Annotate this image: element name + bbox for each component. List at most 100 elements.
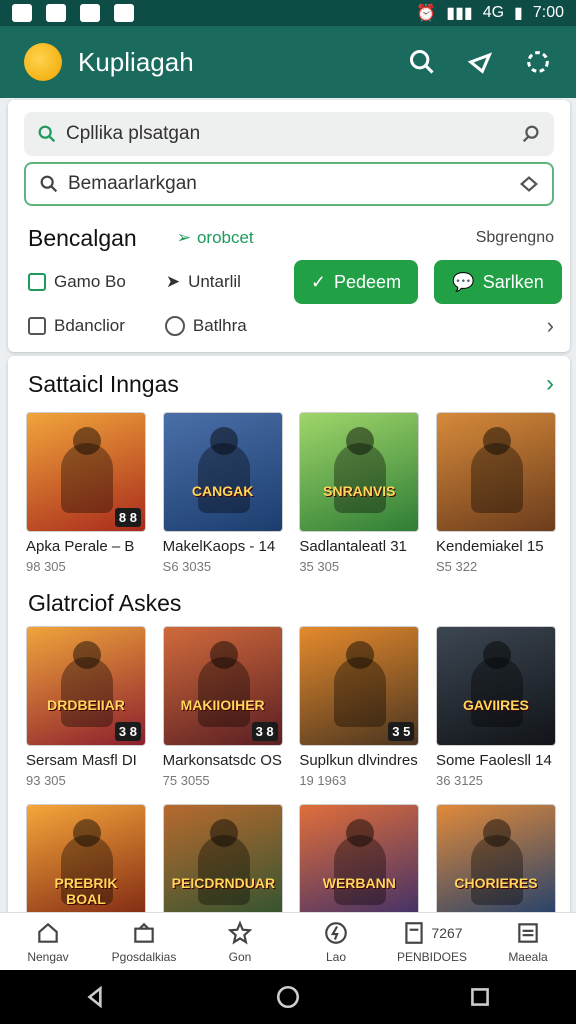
game-tile[interactable]: GAVIIRES Some Faolesll 14 36 3125 bbox=[435, 626, 556, 788]
notification-icon bbox=[80, 4, 100, 22]
tag-icon[interactable] bbox=[518, 173, 540, 195]
game-tile[interactable]: SNRANVIS Sadlantaleatl 31 35 305 bbox=[299, 412, 420, 574]
game-meta: 35 305 bbox=[299, 559, 340, 574]
game-thumbnail[interactable]: CANGAK bbox=[162, 412, 283, 532]
rating-badge: 3 8 bbox=[251, 722, 278, 741]
game-banner-text: CANGAK bbox=[191, 483, 254, 499]
section-title: Sattaicl Inngas bbox=[28, 370, 179, 397]
game-banner-text: SNRANVIS bbox=[323, 483, 396, 499]
game-thumbnail[interactable]: CHORIERES bbox=[435, 804, 556, 924]
option-radio-4[interactable]: Batlhra bbox=[164, 316, 247, 336]
game-grid: PREBRIK BOAL PEICDRNDUAR WERBANN CHORIERES bbox=[26, 804, 556, 924]
settings-icon[interactable] bbox=[524, 48, 552, 76]
search-value: Cpllika plsatgan bbox=[66, 123, 201, 144]
game-thumbnail[interactable]: WERBANN bbox=[299, 804, 420, 924]
character-body-shape bbox=[334, 443, 387, 513]
character-body-shape bbox=[61, 443, 113, 513]
game-thumbnail[interactable]: GAVIIRES bbox=[435, 626, 556, 746]
recents-icon[interactable] bbox=[467, 984, 493, 1010]
search-filter-card: Cpllika plsatgan Bemaarlarkgan Bencalgan… bbox=[8, 100, 570, 352]
character-body-shape bbox=[470, 657, 523, 727]
checkbox-icon bbox=[28, 317, 46, 335]
game-tile[interactable]: MAKIIOIHER 3 8 Markonsatsdc OS 75 3055 bbox=[162, 626, 283, 788]
nav-item[interactable]: Nengav bbox=[0, 913, 96, 970]
home-button-icon[interactable] bbox=[275, 984, 301, 1010]
nav-label: Pgosdalkias bbox=[111, 949, 177, 964]
star-icon bbox=[227, 919, 253, 945]
character-body-shape bbox=[470, 443, 523, 513]
game-thumbnail[interactable]: SNRANVIS bbox=[299, 412, 420, 532]
game-thumbnail[interactable] bbox=[435, 412, 556, 532]
filter-link[interactable]: ➢ orobcet bbox=[177, 228, 254, 248]
game-meta: 19 1963 bbox=[299, 773, 347, 788]
game-thumbnail[interactable]: DRDBEIIAR 3 8 bbox=[26, 626, 146, 746]
option-toggle-2[interactable]: ➤ Untarlil bbox=[166, 272, 241, 292]
search-action-button[interactable]: 💬 Sarlken bbox=[434, 260, 562, 304]
voice-search-icon[interactable] bbox=[520, 123, 542, 145]
game-tile[interactable]: CANGAK MakelKaops - 14 S6 3035 bbox=[162, 412, 283, 574]
radio-icon bbox=[164, 316, 185, 336]
back-icon[interactable] bbox=[83, 984, 109, 1010]
nav-icon-wrap: 7267 bbox=[401, 920, 463, 946]
chevron-right-icon[interactable]: › bbox=[547, 313, 554, 339]
game-thumbnail[interactable]: PEICDRNDUAR bbox=[162, 804, 283, 924]
nav-item[interactable]: Pgosdalkias bbox=[96, 913, 192, 970]
game-tile[interactable]: Kendemiakel 15 S5 322 bbox=[435, 412, 556, 574]
chat-icon: 💬 bbox=[452, 271, 475, 292]
character-body-shape bbox=[334, 835, 387, 905]
send-icon: ➤ bbox=[165, 272, 181, 291]
app-bar-actions bbox=[408, 48, 552, 76]
primary-search-input[interactable]: Cpllika plsatgan bbox=[24, 112, 554, 156]
nav-label: PENBIDOES bbox=[396, 949, 468, 964]
nav-item[interactable]: Maeala bbox=[480, 913, 576, 970]
nav-item[interactable]: 7267 PENBIDOES bbox=[384, 913, 480, 970]
game-tile[interactable]: 3 5 Suplkun dlvindres 19 1963 bbox=[299, 626, 420, 788]
sort-label[interactable]: Sbgrengno bbox=[476, 229, 554, 247]
game-banner-text: WERBANN bbox=[322, 875, 396, 891]
notification-icons bbox=[12, 4, 134, 22]
filter-heading: Bencalgan bbox=[28, 224, 137, 251]
nav-item[interactable]: Gon bbox=[192, 913, 288, 970]
game-tile[interactable]: 8 8 Apka Perale – B 98 305 bbox=[26, 412, 146, 574]
status-indicators: ⏰ ▮▮▮ 4G ▮ 7:00 bbox=[416, 3, 564, 23]
filter-options-row: Gamo Bo ➤ Untarlil ✓ Pedeem 💬 Sarlken bbox=[28, 260, 562, 304]
menu-icon bbox=[518, 922, 538, 943]
search-icon[interactable] bbox=[408, 48, 436, 76]
filter-link-label: orobcet bbox=[196, 228, 254, 247]
game-thumbnail[interactable]: 8 8 bbox=[26, 412, 146, 532]
game-name: Some Faolesll 14 bbox=[435, 752, 552, 769]
clock: 7:00 bbox=[532, 4, 564, 21]
button-label: Sarlken bbox=[482, 271, 544, 292]
app-logo-icon bbox=[24, 43, 62, 81]
secondary-search-input[interactable]: Bemaarlarkgan bbox=[24, 162, 554, 206]
chevron-right-icon[interactable]: › bbox=[546, 370, 554, 398]
character-body-shape bbox=[197, 835, 250, 905]
game-tile[interactable]: WERBANN bbox=[299, 804, 420, 924]
character-body-shape bbox=[334, 657, 387, 727]
nav-item[interactable]: Lao bbox=[288, 913, 384, 970]
option-label: Gamo Bo bbox=[54, 272, 126, 291]
share-icon[interactable] bbox=[466, 48, 494, 76]
game-thumbnail[interactable]: 3 5 bbox=[299, 626, 420, 746]
game-thumbnail[interactable]: PREBRIK BOAL bbox=[26, 804, 146, 924]
primary-action-button[interactable]: ✓ Pedeem bbox=[294, 260, 418, 304]
game-thumbnail[interactable]: MAKIIOIHER 3 8 bbox=[162, 626, 283, 746]
game-tile[interactable]: DRDBEIIAR 3 8 Sersam Masfl DI 93 305 bbox=[26, 626, 146, 788]
game-banner-text: PREBRIK BOAL bbox=[54, 875, 118, 907]
nav-icon-wrap bbox=[515, 920, 541, 946]
game-tile[interactable]: PEICDRNDUAR bbox=[162, 804, 283, 924]
game-name: Suplkun dlvindres bbox=[299, 752, 418, 769]
filter-heading-row: Bencalgan ➢ orobcet Sbgrengno bbox=[28, 222, 554, 254]
game-tile[interactable]: PREBRIK BOAL bbox=[26, 804, 146, 924]
nav-label: Gon bbox=[228, 949, 252, 964]
option-checkbox-3[interactable]: Bdanclior bbox=[28, 316, 125, 336]
option-checkbox-1[interactable]: Gamo Bo bbox=[28, 272, 126, 292]
nav-icon-wrap bbox=[35, 920, 61, 946]
game-banner-text: GAVIIRES bbox=[463, 697, 529, 713]
section-title: Glatrciof Askes bbox=[28, 590, 182, 616]
search-value: Bemaarlarkgan bbox=[68, 173, 197, 194]
rating-badge: 3 8 bbox=[114, 722, 141, 741]
game-meta: 93 305 bbox=[26, 773, 66, 788]
game-tile[interactable]: CHORIERES bbox=[435, 804, 556, 924]
game-meta: 36 3125 bbox=[435, 773, 483, 788]
